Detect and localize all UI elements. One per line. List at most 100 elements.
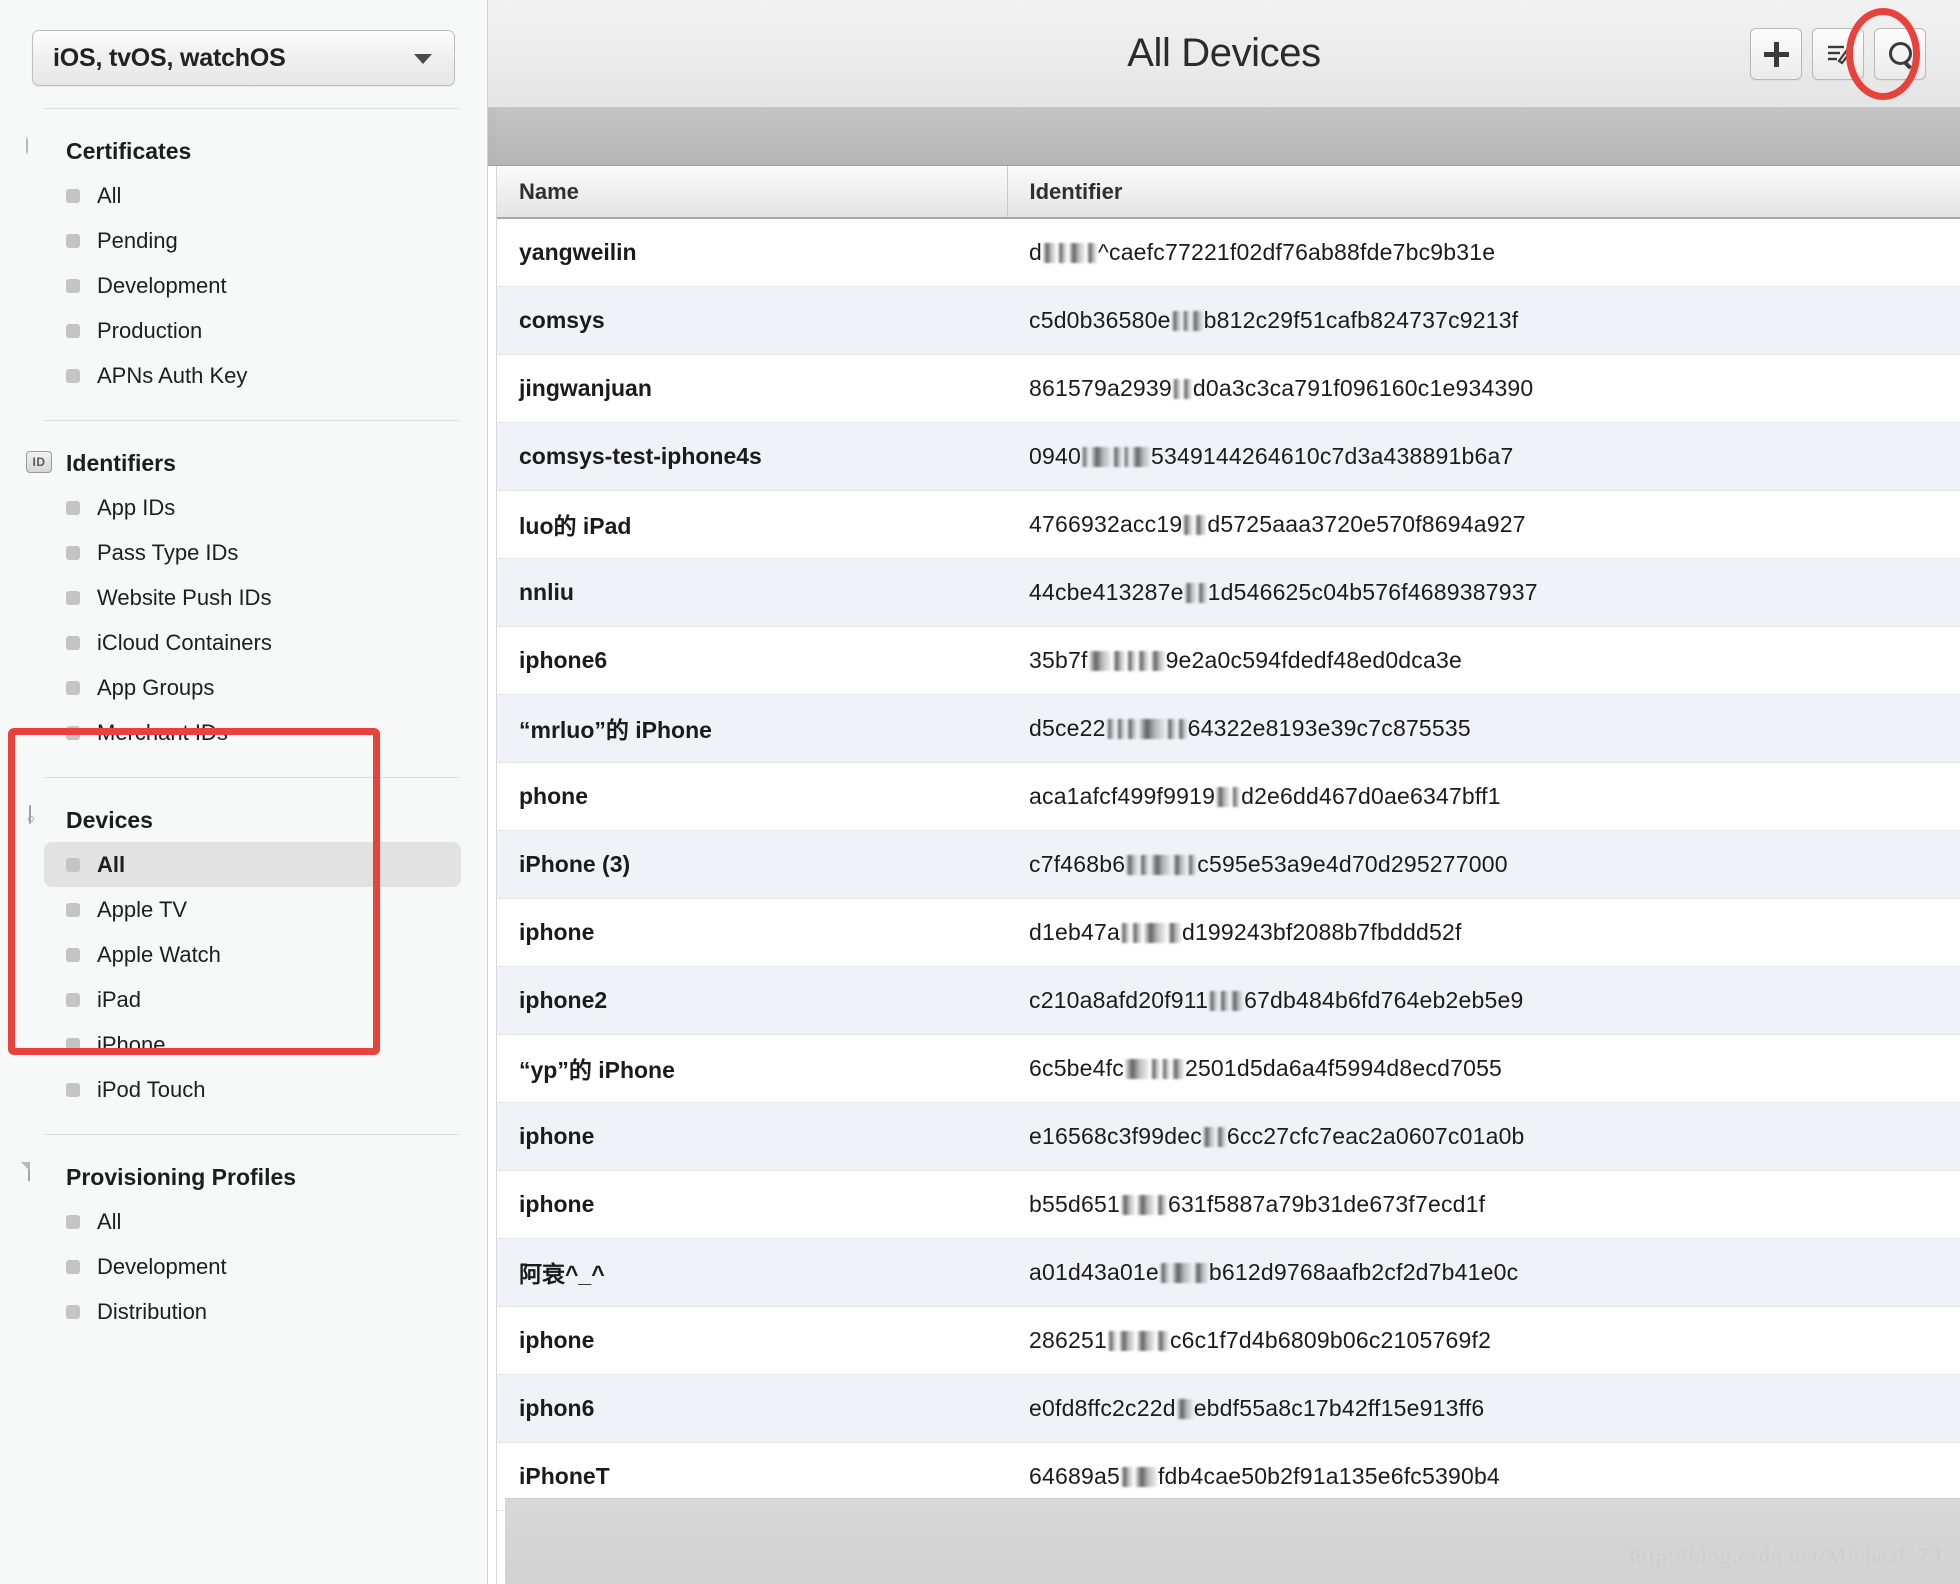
- sidebar-item-label: All: [97, 851, 126, 877]
- identifier-redaction-mark: [1120, 922, 1130, 943]
- sidebar-item-identifiers-website-push-ids[interactable]: Website Push IDs: [44, 575, 461, 620]
- add-device-button[interactable]: [1750, 27, 1802, 80]
- sidebar-divider: [44, 777, 459, 778]
- devices-table-head: Name Identifier: [497, 166, 1960, 219]
- identifier-redaction-mark: [1043, 242, 1056, 263]
- sidebar-item-identifiers-app-ids[interactable]: App IDs: [44, 485, 461, 530]
- cell-device-name: yangweilin: [497, 218, 1007, 287]
- document-icon: [26, 1162, 52, 1191]
- identifier-suffix: d199243bf2088b7fbddd52f: [1181, 918, 1462, 945]
- table-row[interactable]: “mrluo”的 iPhone d5ce22 64322e8193e39c7c875…: [497, 694, 1960, 763]
- sidebar-item-devices-ipod-touch[interactable]: iPod Touch: [44, 1067, 461, 1112]
- sidebar-section-provisioning-profiles: Provisioning Profiles All Development Distr…: [0, 1155, 487, 1334]
- cell-device-name: iphone: [497, 1102, 1007, 1171]
- column-header-identifier[interactable]: Identifier: [1006, 166, 1960, 219]
- sidebar-item-identifiers-merchant-ids[interactable]: Merchant IDs: [44, 710, 461, 755]
- sidebar-item-label: Development: [97, 272, 227, 298]
- table-row[interactable]: yangweilin d ^caefc77221f02df76ab88fde7bc9…: [497, 218, 1960, 287]
- sidebar-item-provisioning-profiles-distribution[interactable]: Distribution: [44, 1289, 461, 1334]
- cell-device-name: iphone: [497, 1170, 1007, 1239]
- sidebar-item-certificates-all[interactable]: All: [44, 173, 461, 218]
- edit-devices-button[interactable]: [1812, 27, 1864, 80]
- sidebar-item-label: iCloud Containers: [97, 629, 272, 655]
- identifier-redaction-mark: [1184, 582, 1196, 603]
- sidebar-section-header-identifiers[interactable]: ID Identifiers: [0, 441, 487, 485]
- table-row[interactable]: iphone b55d651 631f5887a79b31de673f7ecd1f: [497, 1170, 1960, 1239]
- search-icon: [1887, 41, 1913, 67]
- table-row[interactable]: phone aca1afcf499f9919 d2e6dd467d0ae6347bf…: [497, 762, 1960, 831]
- sidebar-item-provisioning-profiles-development[interactable]: Development: [44, 1244, 461, 1289]
- table-row[interactable]: comsys c5d0b36580e b812c29f51cafb824737c92…: [497, 286, 1960, 355]
- document-icon-glyph: [28, 1162, 30, 1181]
- identifier-redaction-mark: [1167, 922, 1181, 943]
- table-row[interactable]: comsys-test-iphone4s 0940 5349144264610c7d…: [497, 422, 1960, 491]
- table-row[interactable]: jingwanjuan 861579a2939 d0a3c3ca791f096160…: [497, 354, 1960, 423]
- identifier-redaction-mark: [1159, 1262, 1170, 1283]
- sidebar-item-devices-apple-watch[interactable]: Apple Watch: [44, 932, 461, 977]
- table-row[interactable]: iphon6 e0fd8ffc2c22d ebdf55a8c17b42ff15e91…: [497, 1374, 1960, 1443]
- sidebar: iOS, tvOS, watchOS Certificates All Pendin…: [0, 0, 488, 1584]
- identifier-redaction-mark: [1172, 378, 1181, 399]
- identifier-redaction-mark: [1140, 854, 1150, 875]
- table-row[interactable]: iphone d1eb47a d199243bf2088b7fbddd52f: [497, 898, 1960, 967]
- table-row[interactable]: iphone6 35b7f 9e2a0c594fdedf48ed0dca3e: [497, 626, 1960, 695]
- bullet-icon: [66, 500, 80, 515]
- identifier-prefix: c5d0b36580e: [1029, 306, 1171, 333]
- sidebar-section-header-certificates[interactable]: Certificates: [0, 129, 487, 173]
- identifier-suffix: b812c29f51cafb824737c9213f: [1203, 306, 1519, 333]
- table-row[interactable]: nnliu 44cbe413287e 1d546625c04b576f4689387…: [497, 558, 1960, 627]
- sidebar-item-devices-ipad[interactable]: iPad: [44, 977, 461, 1022]
- identifier-redaction-mark: [1136, 1330, 1155, 1351]
- table-row[interactable]: luo的 iPad 4766932acc19 d5725aaa3720e570f86…: [497, 490, 1960, 559]
- sidebar-item-identifiers-icloud-containers[interactable]: iCloud Containers: [44, 620, 461, 665]
- sidebar-divider: [44, 108, 459, 109]
- table-row[interactable]: iphone2 c210a8afd20f911 67db484b6fd764eb2e…: [497, 966, 1960, 1035]
- sidebar-item-certificates-apns-auth-key[interactable]: APNs Auth Key: [44, 353, 461, 398]
- cell-device-identifier: c210a8afd20f911 67db484b6fd764eb2eb5e9: [1007, 966, 1960, 1035]
- cell-device-identifier: 0940 5349144264610c7d3a438891b6a7: [1007, 422, 1960, 491]
- sidebar-item-label: All: [97, 1208, 122, 1234]
- table-row[interactable]: 阿衰^_^ a01d43a01e b612d9768aafb2cf2d7b41e0c: [497, 1238, 1960, 1307]
- bullet-icon: [66, 545, 80, 560]
- cell-device-identifier: 6c5be4fc 2501d5da6a4f5994d8ecd7055: [1007, 1034, 1960, 1103]
- identifier-prefix: 64689a5: [1029, 1462, 1120, 1489]
- devices-table-wrapper[interactable]: Name Identifier yangweilin d ^caefc77221f0…: [496, 166, 1960, 1584]
- sidebar-item-devices-all[interactable]: All: [44, 842, 461, 887]
- os-platform-select[interactable]: iOS, tvOS, watchOS: [32, 30, 455, 86]
- identifier-redaction-mark: [1171, 1262, 1192, 1283]
- identifier-redaction-mark: [1138, 718, 1165, 739]
- identifier-redaction-mark: [1088, 650, 1111, 671]
- sidebar-section-header-provisioning-profiles[interactable]: Provisioning Profiles: [0, 1155, 487, 1199]
- search-devices-button[interactable]: [1874, 27, 1926, 80]
- sidebar-item-devices-iphone[interactable]: iPhone: [44, 1022, 461, 1067]
- sidebar-item-devices-apple-tv[interactable]: Apple TV: [44, 887, 461, 932]
- identifier-suffix: d0a3c3ca791f096160c1e934390: [1192, 374, 1534, 401]
- cell-device-name: phone: [497, 762, 1007, 831]
- sidebar-item-certificates-pending[interactable]: Pending: [44, 218, 461, 263]
- sidebar-item-provisioning-profiles-all[interactable]: All: [44, 1199, 461, 1244]
- table-row[interactable]: “yp”的 iPhone 6c5be4fc 2501d5da6a4f5994d8ec…: [497, 1034, 1960, 1103]
- identifier-redaction-mark: [1231, 990, 1244, 1011]
- bullet-icon: [66, 233, 80, 248]
- cell-device-name: comsys-test-iphone4s: [497, 422, 1007, 491]
- cell-device-name: iphone: [497, 898, 1007, 967]
- identifier-redaction-mark: [1176, 1398, 1193, 1419]
- sidebar-item-certificates-development[interactable]: Development: [44, 263, 461, 308]
- table-row[interactable]: iphone 286251 c6c1f7d4b6809b06c2105769f2: [497, 1306, 1960, 1375]
- bullet-icon: [66, 323, 80, 338]
- identifier-redaction-mark: [1150, 650, 1165, 671]
- identifier-redaction-mark: [1151, 854, 1172, 875]
- table-row[interactable]: iPhone (3) c7f468b6 c595e53a9e4d70d2952770…: [497, 830, 1960, 899]
- sidebar-item-certificates-production[interactable]: Production: [44, 308, 461, 353]
- bullet-icon: [66, 1082, 80, 1097]
- sidebar-section-header-devices[interactable]: Devices: [0, 798, 487, 842]
- sidebar-item-identifiers-app-groups[interactable]: App Groups: [44, 665, 461, 710]
- identifier-redaction-mark: [1197, 582, 1207, 603]
- sidebar-item-label: Pending: [97, 227, 178, 253]
- device-phone-icon-glyph: [29, 805, 31, 824]
- bullet-icon: [66, 1214, 80, 1229]
- bullet-icon: [66, 992, 80, 1007]
- table-row[interactable]: iphone e16568c3f99dec 6cc27cfc7eac2a0607c0…: [497, 1102, 1960, 1171]
- column-header-name[interactable]: Name: [497, 166, 1007, 219]
- sidebar-item-identifiers-pass-type-ids[interactable]: Pass Type IDs: [44, 530, 461, 575]
